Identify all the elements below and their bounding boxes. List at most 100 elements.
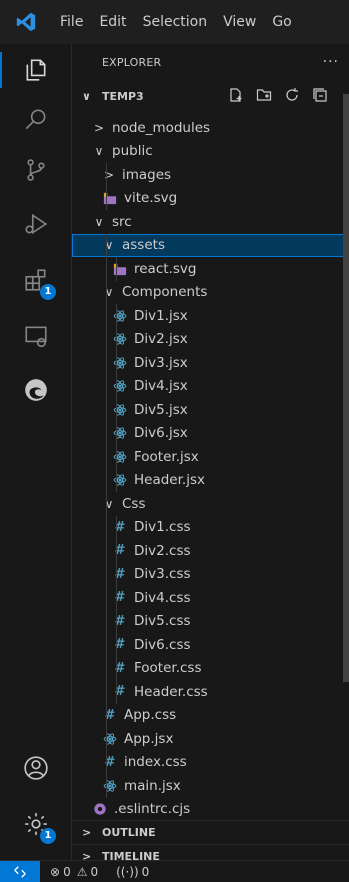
problems-status[interactable]: ⊗ 0 ⚠ 0	[50, 865, 98, 879]
tree-file[interactable]: vite.svg	[72, 187, 349, 210]
tree-file[interactable]: # Div2.css	[72, 539, 349, 562]
tree-file[interactable]: Div5.jsx	[72, 398, 349, 421]
collapse-all-icon[interactable]	[312, 87, 328, 103]
tree-file[interactable]: Div2.jsx	[72, 328, 349, 351]
tree-folder[interactable]: ∨ public	[72, 140, 349, 163]
react-file-icon	[112, 402, 128, 418]
tree-item-label: node_modules	[112, 119, 211, 136]
ports-count: 0	[141, 864, 150, 879]
chevron-right-icon: >	[93, 120, 105, 135]
extensions-icon[interactable]: 1	[0, 256, 72, 304]
tree-file[interactable]: Footer.jsx	[72, 445, 349, 468]
tree-item-label: Div5.jsx	[134, 401, 188, 418]
tree-file[interactable]: # Div4.css	[72, 586, 349, 609]
tree-item-label: App.css	[124, 707, 177, 723]
chevron-down-icon: ∨	[82, 89, 91, 103]
workspace-root[interactable]: ∨ TEMP3	[72, 84, 349, 108]
menu-go[interactable]: Go	[264, 0, 299, 44]
chevron-down-icon: ∨	[104, 285, 114, 299]
tree-file[interactable]: # Div1.css	[72, 516, 349, 539]
chevron-right-icon: >	[82, 826, 92, 839]
tree-folder[interactable]: ∨ Css	[72, 492, 349, 515]
tree-file[interactable]: Div6.jsx	[72, 422, 349, 445]
tree-folder[interactable]: ∨ assets	[72, 233, 349, 257]
tree-file[interactable]: # App.css	[72, 704, 349, 727]
outline-section[interactable]: > OUTLINE	[72, 820, 349, 844]
manage-gear-icon[interactable]: 1	[0, 800, 72, 848]
tree-folder[interactable]: ∨ src	[72, 210, 349, 233]
remote-indicator-icon[interactable]	[0, 860, 40, 882]
chevron-down-icon: ∨	[104, 496, 114, 511]
tree-item-label: App.jsx	[124, 730, 174, 747]
tree-file[interactable]: Div4.jsx	[72, 375, 349, 398]
css-file-icon: #	[114, 543, 126, 558]
error-count: 0	[63, 864, 71, 879]
ports-status[interactable]: ((·)) 0	[116, 865, 149, 879]
tree-file[interactable]: # Div5.css	[72, 610, 349, 633]
new-folder-icon[interactable]	[256, 87, 272, 103]
tree-folder[interactable]: > node_modules	[72, 116, 349, 139]
tree-item-label: Components	[122, 284, 208, 300]
tree-item-label: Div6.jsx	[134, 425, 188, 441]
tree-file[interactable]: # index.css	[72, 751, 349, 774]
explorer-scrollbar[interactable]	[343, 94, 349, 682]
search-icon[interactable]	[0, 96, 72, 144]
tree-file[interactable]: # Header.css	[72, 680, 349, 703]
svg-file-icon	[112, 261, 128, 277]
tree-item-label: Div1.css	[134, 519, 191, 535]
tree-file[interactable]: # Div6.css	[72, 633, 349, 656]
run-debug-icon[interactable]	[0, 200, 72, 248]
tree-item-label: Div4.css	[134, 589, 191, 606]
tree-file[interactable]: Div3.jsx	[72, 351, 349, 374]
tree-file[interactable]: # Div3.css	[72, 563, 349, 586]
new-file-icon[interactable]	[228, 87, 244, 103]
more-actions-button[interactable]: ···	[323, 54, 339, 70]
tree-file[interactable]: Header.jsx	[72, 469, 349, 492]
menu-bar: File Edit Selection View Go	[52, 0, 300, 44]
tree-item-label: Footer.css	[134, 660, 202, 676]
accounts-icon[interactable]	[0, 744, 72, 792]
indent-guide	[116, 304, 117, 492]
explorer-header: EXPLORER ···	[72, 44, 349, 80]
tree-item-label: Div5.css	[134, 613, 191, 629]
tree-file[interactable]: react.svg	[72, 257, 349, 280]
indent-guide	[106, 163, 107, 210]
css-file-icon: #	[114, 566, 126, 582]
remote-explorer-icon[interactable]	[0, 312, 72, 360]
tree-item-label: Div6.css	[134, 636, 191, 653]
eslint-file-icon	[92, 801, 108, 817]
tree-file[interactable]: .eslintrc.cjs	[72, 798, 349, 821]
activity-bar: 1 1	[0, 44, 72, 860]
react-file-icon	[112, 355, 128, 371]
outline-label: OUTLINE	[102, 826, 156, 839]
tree-file[interactable]: main.jsx	[72, 774, 349, 797]
tree-item-label: Div3.jsx	[134, 354, 188, 371]
explorer-icon[interactable]	[0, 46, 72, 94]
menu-edit[interactable]: Edit	[91, 0, 134, 44]
explorer-sidebar: EXPLORER ··· ∨ TEMP3 > node_modules ∨ publi…	[72, 44, 349, 863]
warning-count: 0	[90, 864, 99, 879]
explorer-title: EXPLORER	[102, 55, 162, 69]
status-bar: ⊗ 0 ⚠ 0 ((·)) 0	[0, 860, 349, 882]
menu-file[interactable]: File	[52, 0, 91, 44]
react-file-icon	[102, 731, 118, 747]
tree-file[interactable]: App.jsx	[72, 727, 349, 750]
tree-item-label: Header.css	[134, 683, 208, 700]
error-icon: ⊗	[50, 864, 61, 879]
menu-selection[interactable]: Selection	[135, 0, 216, 44]
tree-file[interactable]: # Footer.css	[72, 657, 349, 680]
tree-item-label: Div1.jsx	[134, 307, 188, 324]
tree-item-label: main.jsx	[124, 777, 181, 794]
menu-view[interactable]: View	[215, 0, 264, 44]
tree-folder[interactable]: ∨ Components	[72, 281, 349, 304]
tree-item-label: react.svg	[134, 260, 197, 277]
broadcast-icon: ((·))	[116, 864, 139, 879]
tree-file[interactable]: Div1.jsx	[72, 304, 349, 327]
react-file-icon	[102, 778, 118, 794]
tree-folder[interactable]: > images	[72, 163, 349, 186]
edge-icon[interactable]	[0, 366, 72, 414]
react-file-icon	[112, 472, 128, 488]
react-file-icon	[112, 331, 128, 347]
refresh-icon[interactable]	[284, 87, 300, 103]
source-control-icon[interactable]	[0, 146, 72, 194]
